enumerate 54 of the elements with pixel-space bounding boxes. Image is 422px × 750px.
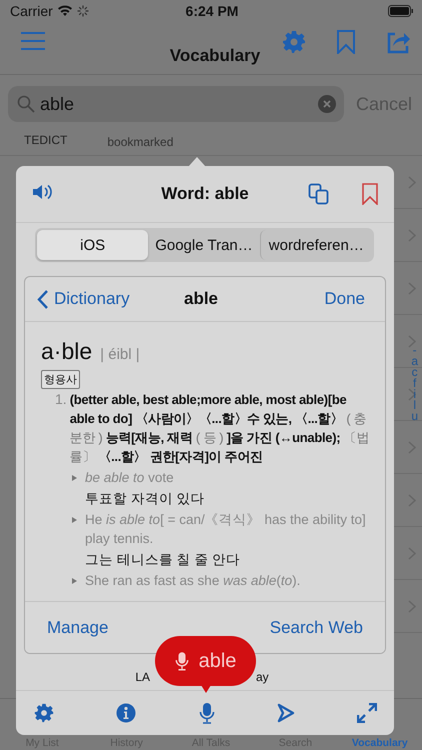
back-button[interactable]: Dictionary [37,289,184,309]
bullet-triangle-icon [72,475,77,481]
carrier-label: Carrier [10,3,53,19]
example-translation: 그는 테니스를 칠 줄 안다 [84,551,240,569]
tab-item[interactable]: Vocabulary [338,737,422,749]
footer-text: ay [256,670,269,684]
example-sentence: He is able to[ = can/《격식》 has the ability to] play tennis. [85,511,367,548]
microphone-icon[interactable] [198,702,214,724]
search-field[interactable]: able [8,86,344,122]
settings-icon[interactable] [34,703,54,723]
speaker-icon[interactable] [32,182,54,200]
index-letter[interactable]: u [411,411,418,422]
bookmark-icon[interactable] [362,183,378,205]
index-letter[interactable]: f [412,378,416,389]
chevron-left-icon [37,290,48,308]
spinner-icon [76,5,89,17]
screen-title: Vocabulary [170,46,260,67]
popover-title: Word: able [161,184,249,204]
segment[interactable]: wordreferen… [260,230,372,260]
example-sentence: be able to vote [85,469,174,487]
sense-number: 1. [55,390,67,409]
microphone-icon [174,651,189,671]
clear-icon[interactable] [318,95,336,113]
row-title: TEDICT [24,133,68,149]
index-letter[interactable]: a [411,356,418,367]
search-web-link[interactable]: Search Web [270,618,363,638]
segment[interactable]: iOS [37,230,148,260]
play-icon[interactable] [276,703,295,723]
example-translation: 투표할 자격이 있다 [84,490,205,508]
row-subtitle: bookmarked [107,135,174,151]
index-letter[interactable]: i [413,389,416,400]
index-letter[interactable]: c [412,367,418,378]
segment[interactable]: Google Tran… [148,230,260,260]
copy-icon[interactable] [308,183,330,205]
pronunciation: | éibl | [100,346,140,363]
done-button[interactable]: Done [324,289,365,309]
index-letter[interactable]: - [412,345,417,356]
info-icon[interactable] [116,703,136,723]
bullet-triangle-icon [72,578,77,584]
search-icon [17,95,35,113]
headword: a·ble [41,338,92,365]
expand-icon[interactable] [357,703,377,723]
wifi-icon [56,5,73,17]
battery-icon [388,5,414,17]
dictionary-title: able [184,289,218,309]
recognized-word: able [198,650,236,672]
part-of-speech-tag: 형용사 [41,370,80,389]
definition-text: (better able, best able;more able, most able)[be able to do] 〈사람이〉〈...할〉수 있는, 〈...할〉 ( 충분한 ) 능력[재능, 재력 ( 등 ) ]을 가진 (↔unable); 〔법률〕 〈...할〉 권한[자격]이 주어진 [70,391,370,466]
footer-text: LA [135,670,150,684]
bullet-triangle-icon [72,517,77,523]
example-sentence: She ran as fast as she was able(to). [85,572,300,590]
manage-link[interactable]: Manage [47,618,108,638]
index-letter[interactable]: l [413,400,416,411]
clock-time: 6:24 PM [186,3,238,19]
